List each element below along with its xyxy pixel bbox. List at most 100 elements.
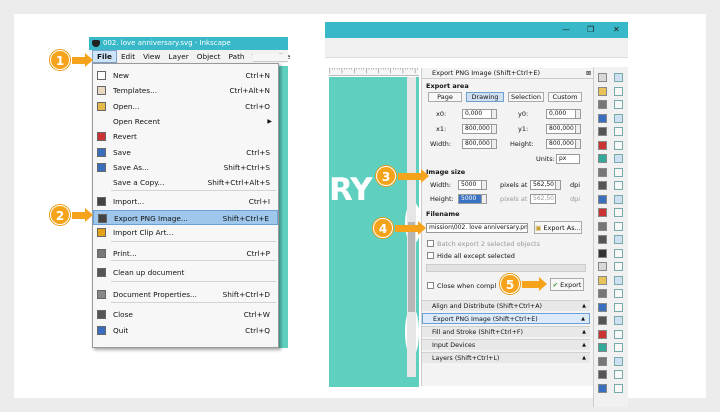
snap-icon[interactable]: [614, 127, 623, 136]
menu-item-save[interactable]: Save Ctrl+S: [93, 145, 278, 160]
width-spinner[interactable]: [492, 139, 497, 149]
snap-icon[interactable]: [614, 343, 623, 352]
dpi-spinner[interactable]: [556, 180, 561, 190]
export-as-button[interactable]: ▣ Export As...: [534, 221, 582, 234]
menu-item-print[interactable]: Print... Ctrl+P: [93, 246, 278, 261]
hide-all-checkbox[interactable]: [427, 252, 434, 259]
menu-item-import-clip-art[interactable]: Import Clip Art...: [93, 225, 278, 240]
menu-item-open[interactable]: Open... Ctrl+O: [93, 99, 278, 114]
menu-item-export-png-image[interactable]: Export PNG Image... Shift+Ctrl+E: [93, 210, 278, 225]
collapse-arrow-icon[interactable]: ▲: [582, 301, 586, 312]
menu-path[interactable]: Path: [225, 50, 249, 63]
command-icon[interactable]: [598, 248, 607, 258]
docked-panel-row[interactable]: Fill and Stroke (Shift+Ctrl+F) ▲: [422, 326, 590, 337]
scrollbar-thumb[interactable]: [408, 222, 415, 312]
minimize-icon[interactable]: —: [562, 25, 570, 34]
collapse-arrow-icon[interactable]: ▲: [581, 314, 585, 325]
snap-icon[interactable]: [614, 181, 623, 190]
x0-spinner[interactable]: [492, 109, 497, 119]
dialog-close-icon[interactable]: ⊠: [586, 68, 591, 79]
menu-item-save-a-copy[interactable]: Save a Copy... Shift+Ctrl+Alt+S: [93, 175, 278, 190]
batch-export-checkbox[interactable]: [427, 240, 434, 247]
command-icon[interactable]: [598, 167, 607, 177]
img-width-field[interactable]: 5000: [458, 180, 482, 190]
snap-icon[interactable]: [614, 302, 623, 312]
x1-field[interactable]: 800,000: [462, 124, 492, 134]
command-icon[interactable]: [598, 289, 607, 298]
area-page-button[interactable]: Page: [428, 92, 462, 102]
command-icon[interactable]: [598, 262, 607, 271]
command-icon[interactable]: [598, 181, 607, 190]
menu-layer[interactable]: Layer: [164, 50, 192, 63]
snap-icon[interactable]: [614, 113, 623, 123]
snap-icon[interactable]: [614, 383, 623, 393]
snap-icon[interactable]: [614, 73, 623, 82]
menu-item-document-properties[interactable]: Document Properties... Shift+Ctrl+D: [93, 287, 278, 302]
height-field[interactable]: 800,000: [546, 139, 576, 149]
close-when-complete-checkbox[interactable]: [427, 282, 434, 289]
menu-item-close[interactable]: Close Ctrl+W: [93, 307, 278, 322]
command-icon[interactable]: [598, 316, 607, 325]
docked-panel-row[interactable]: Align and Distribute (Shift+Ctrl+A) ▲: [422, 300, 590, 311]
command-icon[interactable]: [598, 221, 607, 231]
x0-field[interactable]: 0,000: [462, 109, 492, 119]
menu-item-quit[interactable]: Quit Ctrl+Q: [93, 323, 278, 338]
y1-spinner[interactable]: [576, 124, 581, 134]
width-field[interactable]: 800,000: [462, 139, 492, 149]
command-icon[interactable]: [598, 235, 607, 244]
command-icon[interactable]: [598, 73, 607, 82]
command-icon[interactable]: [598, 356, 607, 366]
area-custom-button[interactable]: Custom: [548, 92, 582, 102]
menu-item-save-as[interactable]: Save As... Shift+Ctrl+S: [93, 160, 278, 175]
menu-view[interactable]: View: [139, 50, 164, 63]
snap-icon[interactable]: [614, 356, 623, 366]
maximize-icon[interactable]: ❐: [587, 25, 594, 34]
snap-icon[interactable]: [614, 329, 623, 339]
command-icon[interactable]: [598, 329, 607, 339]
filename-field[interactable]: mission\002. love anniversary.png: [426, 223, 528, 233]
collapse-arrow-icon[interactable]: ▲: [582, 327, 586, 338]
menu-file[interactable]: File: [92, 50, 117, 63]
command-icon[interactable]: [598, 383, 607, 393]
snap-icon[interactable]: [614, 100, 623, 109]
snap-icon[interactable]: [614, 316, 623, 325]
x1-spinner[interactable]: [492, 124, 497, 134]
docked-panel-row[interactable]: Input Devices ▲: [422, 339, 590, 350]
menu-object[interactable]: Object: [193, 50, 225, 63]
command-icon[interactable]: [598, 154, 607, 163]
menu-edit[interactable]: Edit: [117, 50, 139, 63]
menu-item-clean-up-document[interactable]: Clean up document: [93, 265, 278, 280]
snap-icon[interactable]: [614, 167, 623, 177]
units-select[interactable]: px: [556, 154, 580, 164]
area-drawing-button[interactable]: Drawing: [466, 92, 504, 102]
window-close-icon[interactable]: ✕: [613, 25, 620, 34]
collapse-arrow-icon[interactable]: ▲: [582, 353, 586, 364]
snap-icon[interactable]: [614, 262, 623, 271]
menu-item-import[interactable]: Import... Ctrl+I: [93, 194, 278, 209]
command-icon[interactable]: [598, 208, 607, 217]
command-icon[interactable]: [598, 86, 607, 96]
height-spinner[interactable]: [576, 139, 581, 149]
docked-panel-row[interactable]: Export PNG Image (Shift+Ctrl+E) ▲: [422, 313, 590, 324]
command-icon[interactable]: [598, 113, 607, 123]
area-selection-button[interactable]: Selection: [508, 92, 544, 102]
menu-item-templates[interactable]: Templates... Ctrl+Alt+N: [93, 83, 278, 98]
menu-item-revert[interactable]: Revert: [93, 129, 278, 144]
command-icon[interactable]: [598, 302, 607, 312]
img-height-spinner[interactable]: [482, 194, 487, 204]
export-button[interactable]: ✔ Export: [550, 278, 584, 291]
y0-field[interactable]: 0,000: [546, 109, 576, 119]
command-icon[interactable]: [598, 275, 607, 285]
collapse-arrow-icon[interactable]: ▲: [582, 340, 586, 351]
command-icon[interactable]: [598, 140, 607, 150]
dpi-field[interactable]: 562,50: [530, 180, 556, 190]
snap-icon[interactable]: [614, 208, 623, 217]
menu-item-open-recent[interactable]: Open Recent ▶: [93, 114, 278, 129]
docked-panel-row[interactable]: Layers (Shift+Ctrl+L) ▲: [422, 352, 590, 363]
command-icon[interactable]: [598, 370, 607, 379]
snap-icon[interactable]: [614, 86, 623, 96]
img-height-field[interactable]: 5000: [458, 194, 482, 204]
command-icon[interactable]: [598, 100, 607, 109]
command-icon[interactable]: [598, 343, 607, 352]
command-icon[interactable]: [598, 127, 607, 136]
